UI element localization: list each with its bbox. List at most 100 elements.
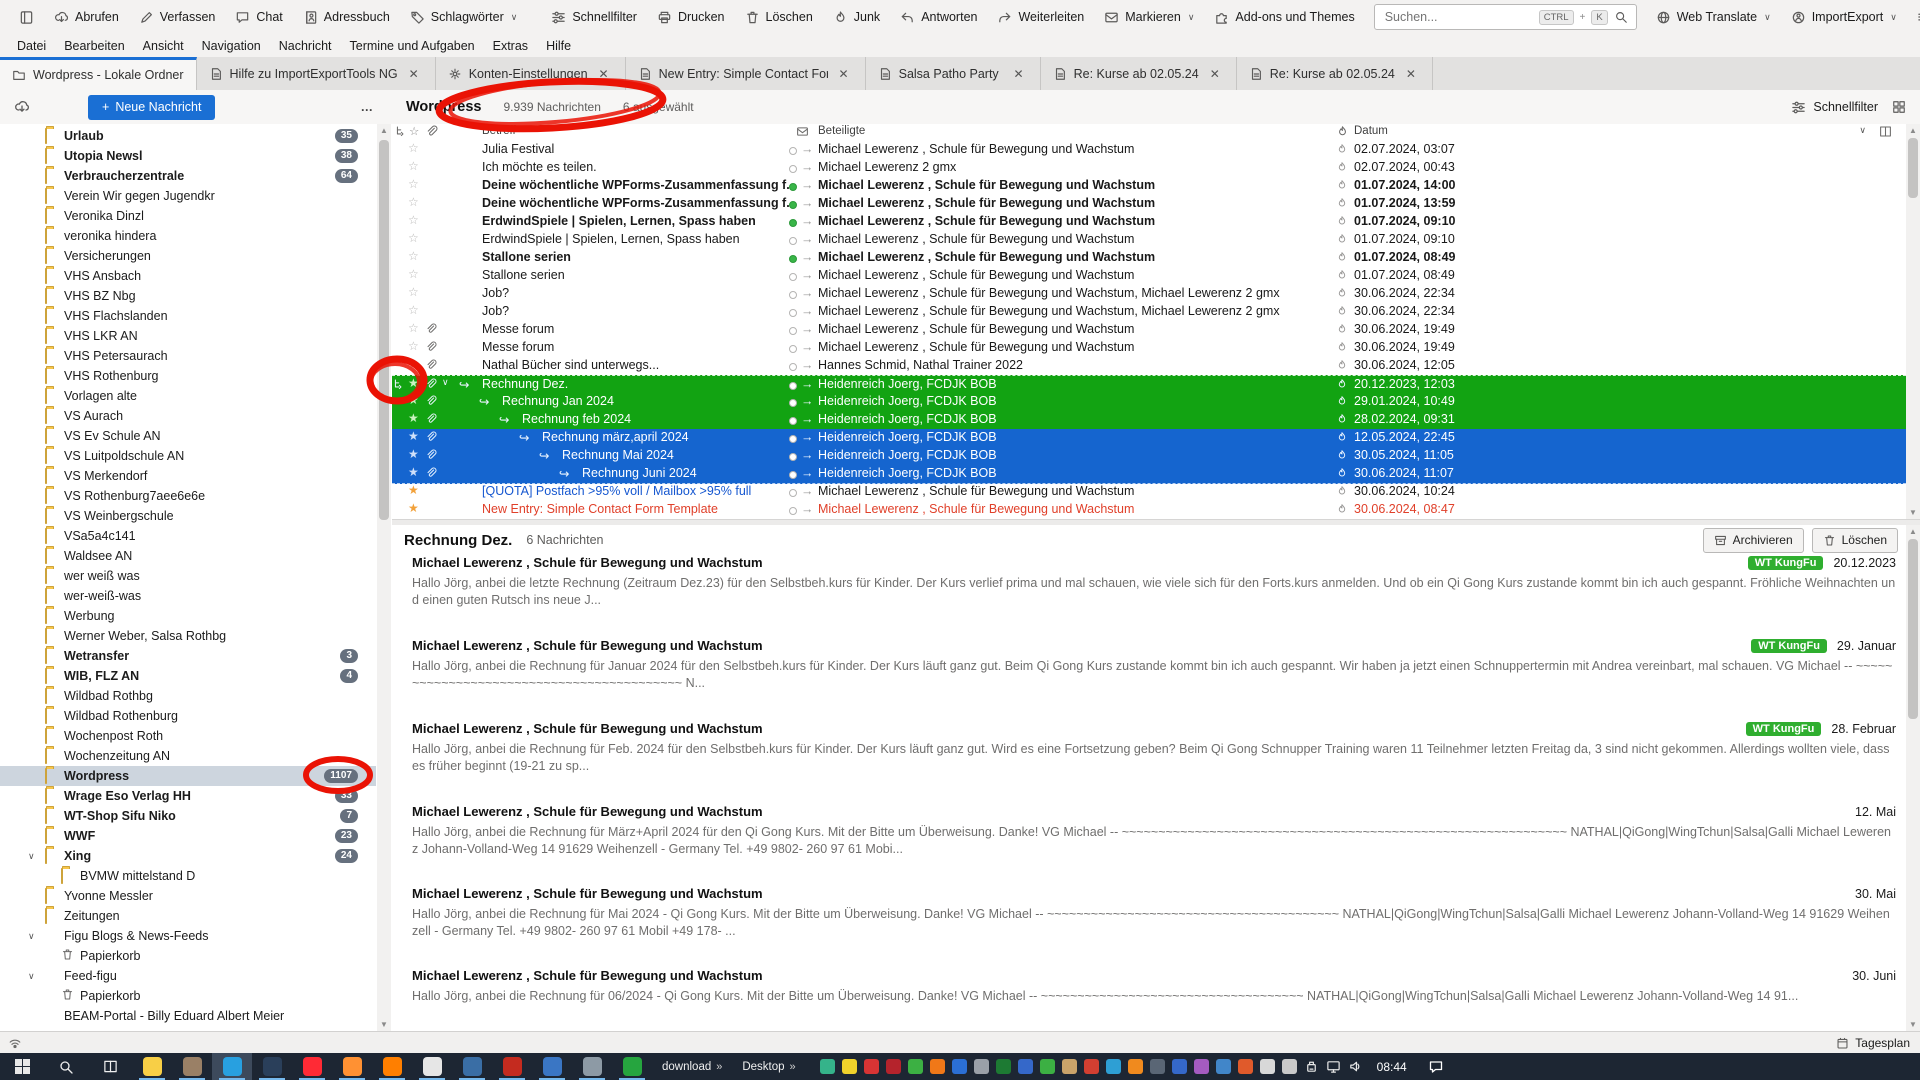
folder-item-vs-luitpoldschule-an[interactable]: VS Luitpoldschule AN	[0, 446, 376, 466]
folder-pane-options-button[interactable]: …	[361, 100, 375, 114]
read-status-dot[interactable]	[789, 165, 797, 173]
tray-icon[interactable]	[1062, 1059, 1077, 1074]
sender-column-icon[interactable]	[796, 125, 809, 138]
folder-item-vs-aurach[interactable]: VS Aurach	[0, 406, 376, 426]
folder-item-werbung[interactable]: Werbung	[0, 606, 376, 626]
tab-4[interactable]: New Entry: Simple Contact Form Te✕	[626, 57, 866, 90]
twisty-icon[interactable]: ∨	[28, 851, 35, 862]
star-icon[interactable]: ☆	[408, 267, 419, 281]
compose-button[interactable]: Verfassen	[130, 6, 225, 29]
tab-close-icon[interactable]: ✕	[1010, 65, 1028, 83]
cardbook-button[interactable]: CardBook	[1908, 6, 1920, 29]
star-icon[interactable]: ☆	[408, 339, 419, 353]
delete-button[interactable]: Löschen	[736, 6, 822, 29]
folder-item-wochenpost-roth[interactable]: Wochenpost Roth	[0, 726, 376, 746]
column-picker-icon[interactable]	[1879, 125, 1892, 138]
junk-flame-icon[interactable]	[1336, 378, 1348, 390]
read-status-dot[interactable]	[789, 183, 797, 191]
tray-icon[interactable]	[1150, 1059, 1165, 1074]
star-icon[interactable]: ☆	[408, 285, 419, 299]
tab-close-icon[interactable]: ✕	[595, 65, 613, 83]
message-row[interactable]: ★↪Rechnung feb 2024→Heidenreich Joerg, F…	[392, 411, 1906, 430]
tray-icon[interactable]	[820, 1059, 835, 1074]
participants-column-header[interactable]: Beteiligte	[818, 125, 865, 137]
folder-item-veronika-hindera[interactable]: veronika hindera	[0, 226, 376, 246]
star-icon[interactable]: ★	[408, 411, 419, 425]
taskbar-app-vlc[interactable]	[372, 1053, 412, 1080]
message-list-scrollbar[interactable]: ▲ ▼	[1906, 124, 1920, 519]
folder-item-wochenzeitung-an[interactable]: Wochenzeitung AN	[0, 746, 376, 766]
folder-item-utopia-newsl[interactable]: Utopia Newsl38	[0, 146, 376, 166]
tab-1[interactable]: Wordpress - Lokale Ordner	[0, 57, 197, 90]
junk-flame-icon[interactable]	[1336, 413, 1348, 425]
folder-item-wer-wei-was[interactable]: wer weiß was	[0, 566, 376, 586]
message-row[interactable]: ☆Ich möchte es teilen.→Michael Lewerenz …	[392, 159, 1906, 177]
tab-close-icon[interactable]: ✕	[1402, 65, 1420, 83]
addons-button[interactable]: Add-ons und Themes	[1205, 6, 1363, 29]
folder-item-versicherungen[interactable]: Versicherungen	[0, 246, 376, 266]
tray-icon[interactable]	[1128, 1059, 1143, 1074]
message-row[interactable]: ☆Stallone serien→Michael Lewerenz , Schu…	[392, 249, 1906, 267]
twisty-icon[interactable]: ∨	[28, 971, 35, 982]
taskbar-app-explorer[interactable]	[132, 1053, 172, 1080]
tray-icon[interactable]	[1172, 1059, 1187, 1074]
star-icon[interactable]: ★	[408, 483, 419, 497]
mark-button[interactable]: Markieren∨	[1095, 6, 1203, 29]
junk-flame-icon[interactable]	[1336, 251, 1348, 263]
star-icon[interactable]: ☆	[408, 213, 419, 227]
star-icon[interactable]: ☆	[408, 321, 419, 335]
folder-item-waldsee-an[interactable]: Waldsee AN	[0, 546, 376, 566]
read-status-dot[interactable]	[789, 147, 797, 155]
message-row[interactable]: ☆Deine wöchentliche WPForms-Zusammenfass…	[392, 195, 1906, 213]
folder-item-vs-rothenburg7aee6e6e[interactable]: VS Rothenburg7aee6e6e	[0, 486, 376, 506]
attachment-column-icon[interactable]	[425, 125, 438, 138]
message-row[interactable]: ☆ErdwindSpiele | Spielen, Lernen, Spass …	[392, 231, 1906, 249]
taskbar-app-thunderbird[interactable]	[212, 1053, 252, 1080]
read-status-dot[interactable]	[789, 382, 797, 390]
tab-5[interactable]: Salsa Patho Party✕	[866, 57, 1041, 90]
message-summary-card[interactable]: Michael Lewerenz , Schule für Bewegung u…	[412, 968, 1896, 1005]
star-column-icon[interactable]: ☆	[409, 124, 419, 138]
star-icon[interactable]: ★	[408, 501, 419, 515]
junk-flame-icon[interactable]	[1336, 485, 1348, 497]
junk-flame-icon[interactable]	[1336, 233, 1348, 245]
read-status-dot[interactable]	[789, 273, 797, 281]
importexport-button[interactable]: ImportExport∨	[1782, 6, 1906, 29]
star-icon[interactable]: ★	[408, 465, 419, 479]
read-status-dot[interactable]	[789, 435, 797, 443]
tray-icon[interactable]	[864, 1059, 879, 1074]
today-pane-toggle[interactable]: Tagesplan	[1836, 1036, 1910, 1050]
folder-item-vhs-lkr-an[interactable]: VHS LKR AN	[0, 326, 376, 346]
tags-button[interactable]: Schlagwörter∨	[401, 6, 527, 29]
read-status-dot[interactable]	[789, 417, 797, 425]
quick-filter-button[interactable]: Schnellfilter	[542, 6, 646, 29]
junk-flame-icon[interactable]	[1336, 269, 1348, 281]
read-status-dot[interactable]	[789, 453, 797, 461]
menu-extras[interactable]: Extras	[484, 36, 537, 56]
read-status-dot[interactable]	[789, 363, 797, 371]
folder-item-zeitungen[interactable]: Zeitungen	[0, 906, 376, 926]
message-summary-card[interactable]: Michael Lewerenz , Schule für Bewegung u…	[412, 638, 1896, 692]
message-row[interactable]: ☆Julia Festival→Michael Lewerenz , Schul…	[392, 141, 1906, 159]
twisty-icon[interactable]: ∨	[442, 377, 449, 388]
taskbar-app-photos[interactable]	[532, 1053, 572, 1080]
folder-item-wildbad-rothenburg[interactable]: Wildbad Rothenburg	[0, 706, 376, 726]
quick-filter-toggle[interactable]: Schnellfilter	[1791, 100, 1878, 115]
tray-icon[interactable]	[886, 1059, 901, 1074]
star-icon[interactable]: ☆	[408, 159, 419, 173]
reply-button[interactable]: Antworten	[891, 6, 986, 29]
taskbar-app-pdf-editor[interactable]	[492, 1053, 532, 1080]
taskbar-app-notes[interactable]	[572, 1053, 612, 1080]
taskbar-app-calculator[interactable]	[452, 1053, 492, 1080]
folder-item-wordpress[interactable]: Wordpress1107	[0, 766, 376, 786]
notification-center-button[interactable]	[1419, 1053, 1453, 1080]
tray-icon[interactable]	[974, 1059, 989, 1074]
message-summary-card[interactable]: Michael Lewerenz , Schule für Bewegung u…	[412, 804, 1896, 858]
thread-column-icon[interactable]	[395, 125, 408, 138]
archive-button[interactable]: Archivieren	[1703, 528, 1804, 553]
folder-item-xing[interactable]: ∨Xing24	[0, 846, 376, 866]
read-status-dot[interactable]	[789, 345, 797, 353]
tab-7[interactable]: Re: Kurse ab 02.05.24✕	[1237, 57, 1433, 90]
folder-item-yvonne-messler[interactable]: Yvonne Messler	[0, 886, 376, 906]
junk-flame-icon[interactable]	[1336, 431, 1348, 443]
